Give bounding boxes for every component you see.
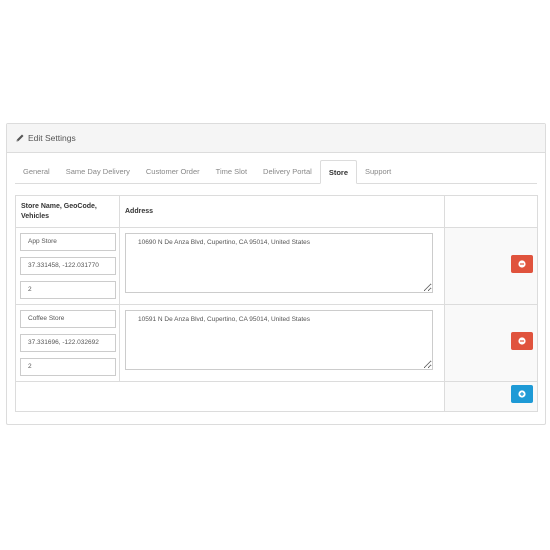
address-cell: 10690 N De Anza Blvd, Cupertino, CA 9501… (119, 227, 445, 305)
edit-settings-panel: Edit Settings General Same Day Delivery … (6, 123, 546, 425)
tab-same-day-delivery[interactable]: Same Day Delivery (58, 160, 138, 183)
store-fields-cell: Coffee Store 37.331696, -122.032692 2 (15, 304, 120, 382)
action-cell (444, 304, 538, 382)
vehicles-input[interactable]: 2 (20, 358, 116, 376)
action-cell (444, 227, 538, 305)
tab-delivery-portal[interactable]: Delivery Portal (255, 160, 320, 183)
remove-store-button[interactable] (510, 254, 533, 273)
address-textarea[interactable]: 10690 N De Anza Blvd, Cupertino, CA 9501… (125, 233, 433, 293)
table-row: App Store 37.331458, -122.031770 2 10690… (15, 227, 538, 305)
geocode-input[interactable]: 37.331696, -122.032692 (20, 334, 116, 352)
store-name-input[interactable]: App Store (20, 233, 116, 251)
tab-store[interactable]: Store (319, 160, 357, 184)
header-action (444, 195, 538, 228)
address-cell: 10591 N De Anza Blvd, Cupertino, CA 9501… (119, 304, 445, 382)
table-row: Coffee Store 37.331696, -122.032692 2 10… (15, 304, 538, 382)
header-store: Store Name, GeoCode, Vehicles (15, 195, 120, 228)
tab-time-slot[interactable]: Time Slot (208, 160, 255, 183)
store-fields-cell: App Store 37.331458, -122.031770 2 (15, 227, 120, 305)
geocode-input[interactable]: 37.331458, -122.031770 (20, 257, 116, 275)
vehicles-input[interactable]: 2 (20, 281, 116, 299)
table-footer-row (15, 381, 538, 412)
panel-body: General Same Day Delivery Customer Order… (7, 153, 545, 424)
tab-customer-order[interactable]: Customer Order (138, 160, 208, 183)
store-name-input[interactable]: Coffee Store (20, 310, 116, 328)
pencil-icon (15, 133, 25, 143)
table-header-row: Store Name, GeoCode, Vehicles Address (15, 195, 538, 228)
remove-store-button[interactable] (510, 331, 533, 350)
footer-empty-cell (15, 381, 445, 412)
panel-heading: Edit Settings (7, 124, 545, 153)
minus-circle-icon (517, 259, 526, 268)
store-table: Store Name, GeoCode, Vehicles Address Ap… (15, 195, 538, 412)
tab-general[interactable]: General (15, 160, 58, 183)
plus-circle-icon (517, 390, 526, 398)
add-store-button[interactable] (510, 385, 533, 403)
panel-title: Edit Settings (28, 133, 76, 143)
address-textarea[interactable]: 10591 N De Anza Blvd, Cupertino, CA 9501… (125, 310, 433, 370)
add-cell (444, 381, 538, 412)
settings-tabs: General Same Day Delivery Customer Order… (15, 159, 537, 184)
tab-support[interactable]: Support (357, 160, 399, 183)
header-address: Address (119, 195, 445, 228)
minus-circle-icon (517, 336, 526, 345)
